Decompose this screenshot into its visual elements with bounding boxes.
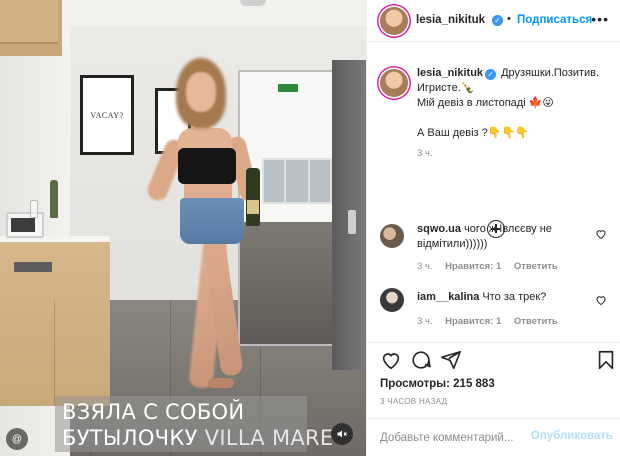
speaker-muted-icon: [337, 430, 347, 438]
post-header: lesia_nikituk ✓ • Подписаться •••: [367, 0, 620, 42]
video-caption-brand: VILLA MARE: [204, 426, 334, 450]
person: [0, 0, 366, 456]
post-sidebar: lesia_nikituk ✓ • Подписаться ••• lesia_…: [366, 0, 620, 456]
header-separator: •: [507, 13, 511, 25]
share-icon[interactable]: [440, 349, 462, 371]
follow-button[interactable]: Подписаться: [517, 14, 592, 26]
verified-badge-icon: ✓: [485, 69, 497, 80]
post-timestamp[interactable]: 3 ЧАСОВ НАЗАД: [380, 397, 447, 406]
comment-body: Что за трек?: [479, 291, 547, 303]
comment-username[interactable]: sqwo.ua: [417, 223, 461, 235]
author-avatar[interactable]: [380, 7, 408, 35]
video-caption-line2: БУТЫЛОЧКУ VILLA MARE: [62, 426, 334, 450]
comment-like-icon[interactable]: [595, 294, 607, 306]
comment-icon[interactable]: [410, 349, 432, 371]
commenter-avatar[interactable]: [380, 288, 404, 312]
view-count[interactable]: Просмотры: 215 883: [380, 378, 495, 390]
caption-line3: Мій девіз в листопаді 🍁😜: [417, 97, 554, 109]
caption-author-avatar[interactable]: [380, 69, 408, 97]
comment-time[interactable]: 3 ч.: [417, 316, 433, 327]
publish-button[interactable]: Опубликовать: [531, 430, 613, 442]
comment-text: sqwo.ua чого ж Івлєєву не відмітили)))))…: [417, 222, 597, 252]
comment-input[interactable]: [380, 429, 530, 447]
caption-line2: Игристе.🍾: [417, 82, 475, 94]
mute-button[interactable]: [331, 423, 353, 445]
comment-reply-button[interactable]: Ответить: [514, 261, 558, 272]
comment-text: iam__kalina Что за трек?: [417, 290, 597, 305]
heart-icon[interactable]: [380, 349, 402, 371]
video-caption-line1: ВЗЯЛА С СОБОЙ: [62, 400, 245, 424]
black-top: [178, 148, 236, 184]
comment-likes[interactable]: Нравится: 1: [445, 261, 501, 272]
caption-line1: Друзяшки.Позитив.: [498, 67, 600, 79]
comment-username[interactable]: iam__kalina: [417, 291, 479, 303]
comment-likes[interactable]: Нравится: 1: [445, 316, 501, 327]
caption-line4: А Ваш девіз ?👇👇👇: [417, 127, 529, 139]
caption-text: lesia_nikituk ✓ Друзяшки.Позитив. Игристе…: [417, 66, 617, 141]
post-video[interactable]: VACAY? ВЗЯЛА С СОБОЙ БУТЫЛОЧКУ VILLA MAR…: [0, 0, 366, 456]
person-face: [186, 72, 216, 112]
author-username[interactable]: lesia_nikituk: [416, 14, 485, 26]
comment-meta: 3 ч. Нравится: 1 Ответить: [417, 261, 558, 272]
comment-like-icon[interactable]: [595, 228, 607, 240]
person-foot: [208, 378, 234, 388]
denim-shorts: [180, 198, 244, 244]
caption-timestamp[interactable]: 3 ч.: [417, 148, 433, 159]
video-caption-main: БУТЫЛОЧКУ: [62, 426, 205, 450]
verified-badge-icon: ✓: [492, 15, 503, 26]
comments-section: lesia_nikituk ✓ Друзяшки.Позитив. Игристе…: [367, 42, 620, 342]
comment-meta: 3 ч. Нравится: 1 Ответить: [417, 316, 558, 327]
champagne-bottle: [246, 168, 260, 226]
more-options-icon[interactable]: •••: [591, 12, 609, 26]
caption-username[interactable]: lesia_nikituk: [417, 67, 483, 79]
comment-time[interactable]: 3 ч.: [417, 261, 433, 272]
video-frame: VACAY?: [0, 0, 366, 456]
bottle-label: [247, 200, 259, 214]
comment-reply-button[interactable]: Ответить: [514, 316, 558, 327]
bookmark-icon[interactable]: [595, 349, 617, 371]
video-brand-icon: @: [6, 428, 28, 450]
commenter-avatar[interactable]: [380, 224, 404, 248]
comment-composer: Опубликовать: [367, 418, 620, 456]
post-actions: Просмотры: 215 883 3 ЧАСОВ НАЗАД: [367, 342, 620, 422]
